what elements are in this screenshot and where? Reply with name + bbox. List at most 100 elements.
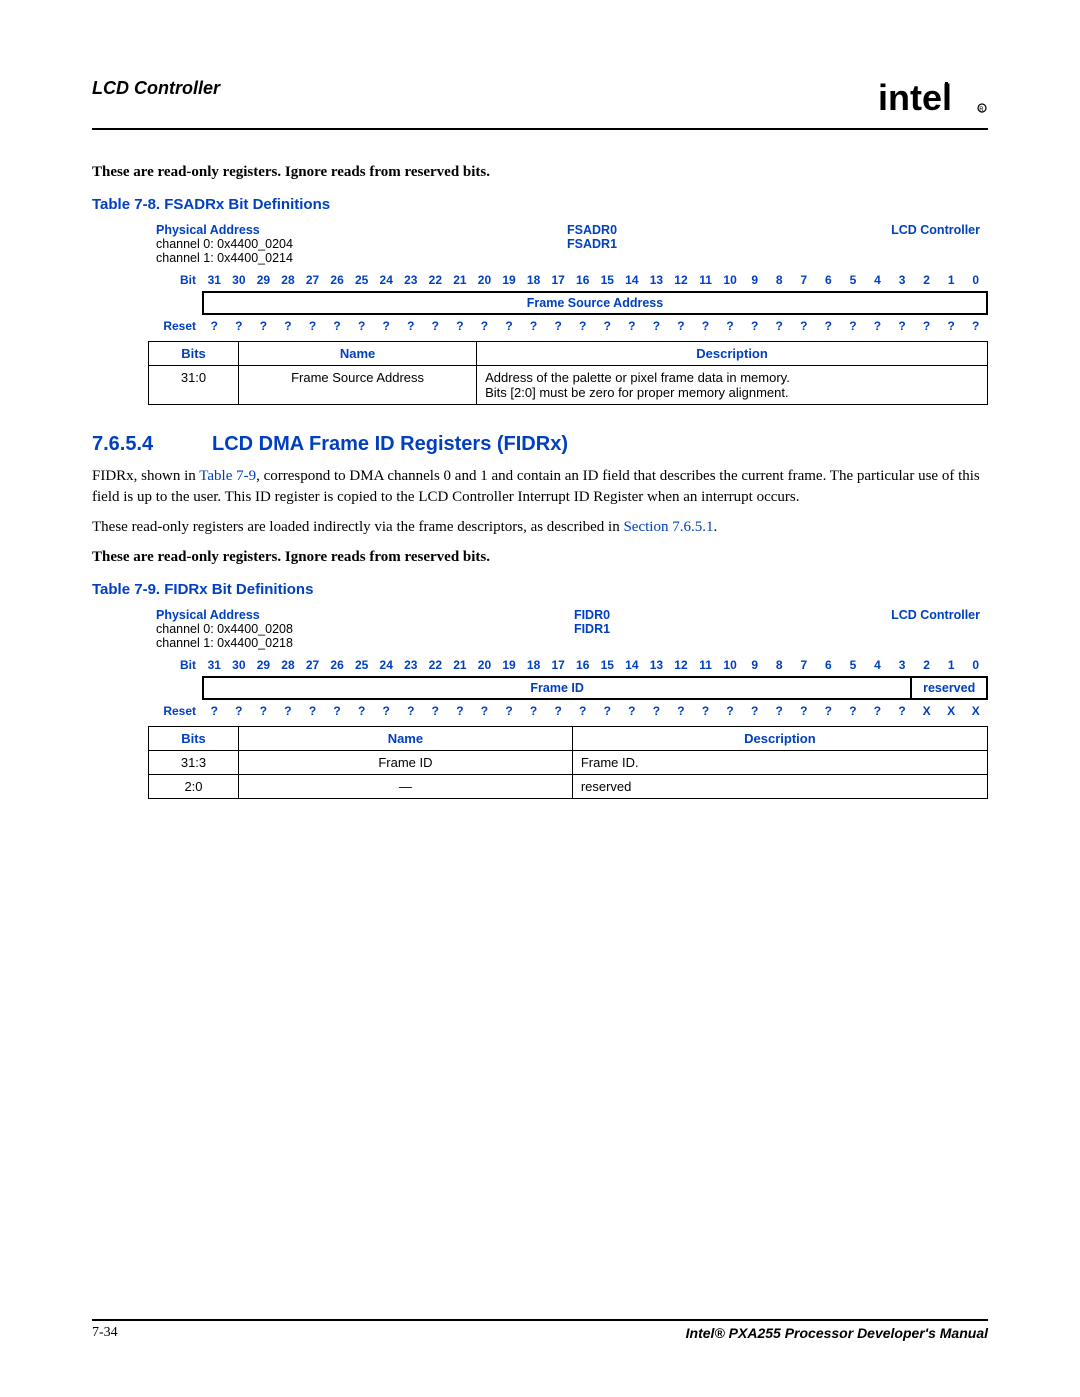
table9-caption: Table 7-9. FIDRx Bit Definitions [92,581,988,598]
reset-val: ? [497,315,522,337]
reset-val: ? [570,700,595,722]
bit-num: 20 [472,654,497,676]
bit-num: 28 [276,269,301,291]
reset-val: ? [644,700,669,722]
cell-desc: Frame ID. [572,751,987,775]
bit-num: 23 [399,654,424,676]
bit-num: 8 [767,654,792,676]
page-footer: 7-34 Intel® PXA255 Processor Developer's… [92,1319,988,1341]
p1a: FIDRx, shown in [92,468,199,484]
bit-num: 11 [693,269,718,291]
reset-val: ? [767,700,792,722]
reset-val: ? [227,315,252,337]
reset-val: X [914,700,939,722]
bit-num: 29 [251,654,276,676]
bit-num: 15 [595,654,620,676]
cell-bits: 31:0 [149,366,239,405]
cell-name: Frame Source Address [239,366,477,405]
phys-line-1: channel 1: 0x4400_0218 [156,636,293,650]
reset-val: ? [349,315,374,337]
page-header: LCD Controller intel R [92,78,988,120]
reset-val: ? [399,315,424,337]
reset-val: ? [693,315,718,337]
reset-val: ? [865,700,890,722]
bit-num: 0 [963,654,988,676]
bit-num: 22 [423,654,448,676]
reset-val: ? [423,700,448,722]
bit-num: 15 [595,269,620,291]
reset-val: ? [521,700,546,722]
reset-val: ? [718,700,743,722]
reset-val: ? [742,315,767,337]
reset-val: ? [448,315,473,337]
regname-1: FSADR1 [567,237,617,251]
header-rule [92,128,988,130]
bit-num: 9 [742,269,767,291]
bit-num: 1 [939,654,964,676]
table8-register-block: Physical Address channel 0: 0x4400_0204 … [148,223,988,337]
bit-num: 19 [497,269,522,291]
reset-val: ? [644,315,669,337]
reset-val: ? [816,315,841,337]
bit-num: 14 [620,269,645,291]
bit-num: 3 [890,269,915,291]
bit-num: 27 [300,654,325,676]
bit-num: 13 [644,269,669,291]
col-desc: Description [572,727,987,751]
reset-val: ? [792,700,817,722]
col-bits: Bits [149,342,239,366]
bit-num: 28 [276,654,301,676]
bit-num: 1 [939,269,964,291]
table9-link[interactable]: Table 7-9 [199,468,256,484]
reset-val: ? [718,315,743,337]
bit-num: 22 [423,269,448,291]
table9-field-res: reserved [912,676,988,700]
bit-num: 30 [227,654,252,676]
bit-num: 27 [300,269,325,291]
reset-val: ? [570,315,595,337]
table9-module: LCD Controller [891,608,980,650]
reset-val: ? [325,700,350,722]
p2a: These read-only registers are loaded ind… [92,519,623,535]
reset-val: ? [349,700,374,722]
bit-num: 21 [448,654,473,676]
reset-val: ? [914,315,939,337]
table-row: 2:0 — reserved [149,775,988,799]
cell-bits: 31:3 [149,751,239,775]
reset-val: ? [448,700,473,722]
reset-val: ? [472,315,497,337]
table8-physaddr: Physical Address channel 0: 0x4400_0204 … [156,223,293,265]
bit-num: 23 [399,269,424,291]
reset-val: ? [595,315,620,337]
table8-regnames: FSADR0 FSADR1 [567,223,617,265]
table9-field-row: Frame ID reserved [148,676,988,700]
svg-text:intel: intel [878,78,952,118]
phys-label: Physical Address [156,608,260,622]
reset-val: ? [423,315,448,337]
reset-val: ? [792,315,817,337]
section-link[interactable]: Section 7.6.5.1 [623,519,713,535]
reset-val: ? [374,315,399,337]
section-heading: 7.6.5.4 LCD DMA Frame ID Registers (FIDR… [92,433,988,456]
bit-num: 6 [816,654,841,676]
reset-val: ? [325,315,350,337]
bit-num: 12 [669,654,694,676]
reset-val: ? [841,315,866,337]
section-title: LCD DMA Frame ID Registers (FIDRx) [212,433,568,456]
cell-name: Frame ID [239,751,573,775]
regname-0: FIDR0 [574,608,610,622]
bit-num: 3 [890,654,915,676]
table8-field-full: Frame Source Address [202,291,988,315]
bit-num: 18 [521,654,546,676]
table9-head: Bits Name Description [149,727,988,751]
bit-num: 26 [325,269,350,291]
section-p2: These read-only registers are loaded ind… [92,517,988,537]
cell-name: — [239,775,573,799]
intel-logo: intel R [878,78,988,120]
cell-desc: Address of the palette or pixel frame da… [477,366,988,405]
page: LCD Controller intel R These are read-on… [0,0,1080,1397]
table9-def: Bits Name Description 31:3 Frame ID Fram… [148,726,988,799]
reset-val: ? [521,315,546,337]
reset-val: ? [620,315,645,337]
reset-val: ? [300,700,325,722]
